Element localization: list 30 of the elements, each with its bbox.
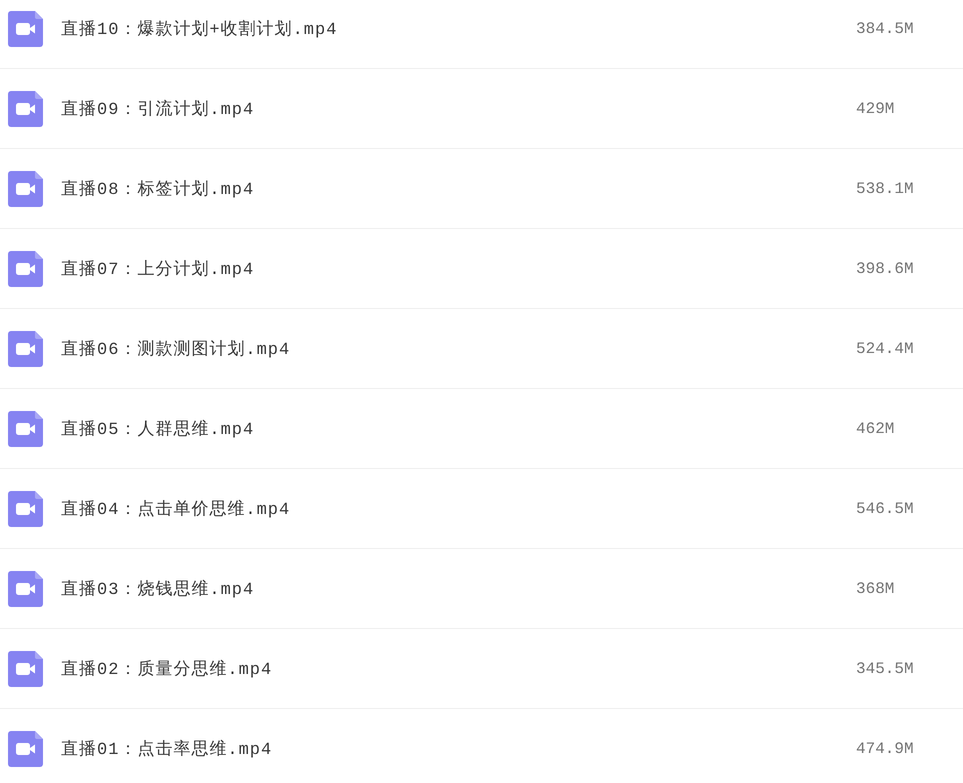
file-size: 524.4M [856, 340, 915, 358]
file-name: 直播03：烧钱思维.mp4 [61, 578, 256, 600]
file-size: 398.6M [856, 260, 915, 278]
file-name: 直播08：标签计划.mp4 [61, 179, 256, 200]
video-file-icon [8, 410, 43, 446]
file-size: 429M [856, 100, 896, 118]
file-name: 直播09：引流计划.mp4 [61, 98, 256, 120]
file-size: 462M [856, 420, 896, 438]
file-name: 直播06：测款测图计划.mp4 [61, 339, 292, 360]
file-size: 345.5M [856, 660, 915, 678]
video-file-icon [8, 90, 43, 126]
file-size: 368M [856, 580, 896, 598]
file-size: 546.5M [856, 500, 915, 518]
file-name: 直播07：上分计划.mp4 [61, 259, 256, 280]
file-name: 直播05：人群思维.mp4 [61, 418, 256, 440]
video-file-icon [8, 250, 43, 286]
file-size: 384.5M [856, 20, 915, 38]
file-name: 直播02：质量分思维.mp4 [61, 658, 274, 680]
video-file-icon [8, 650, 43, 686]
video-file-icon [8, 730, 43, 766]
file-name: 直播04：点击单价思维.mp4 [61, 498, 292, 520]
file-name: 直播01：点击率思维.mp4 [61, 738, 274, 760]
video-file-icon [8, 10, 43, 46]
file-name: 直播10：爆款计划+收割计划.mp4 [61, 18, 338, 40]
video-file-icon [8, 490, 43, 526]
video-file-icon [8, 570, 43, 606]
video-file-icon [8, 170, 43, 206]
file-size: 474.9M [856, 740, 915, 758]
video-file-icon [8, 330, 43, 366]
file-size: 538.1M [856, 180, 915, 198]
